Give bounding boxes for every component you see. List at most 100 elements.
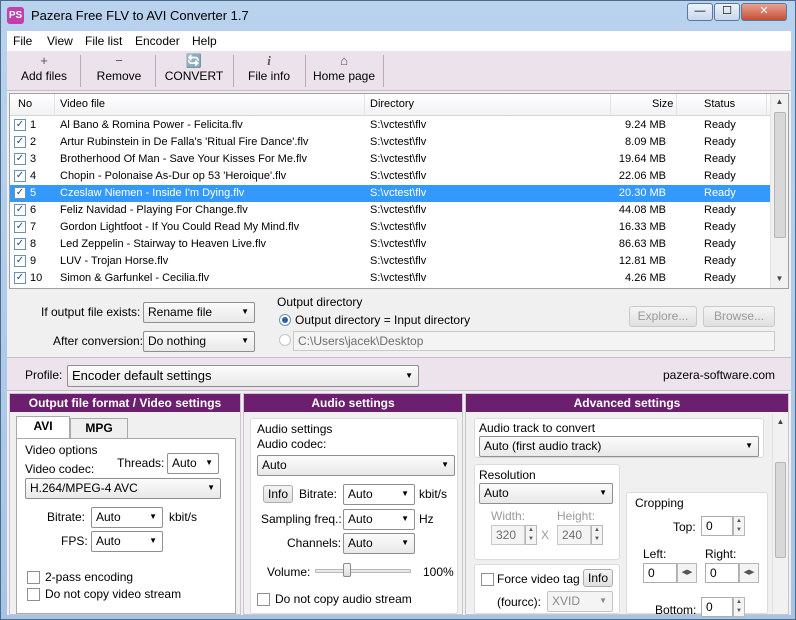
column-header-size[interactable]: Size xyxy=(652,98,673,110)
list-scrollbar[interactable]: ▲ ▼ xyxy=(770,94,788,288)
crop-right-spinner-icon[interactable]: ◀▶ xyxy=(739,563,759,583)
row-checkbox[interactable]: ✓ xyxy=(14,153,26,165)
crop-bottom-field[interactable]: 0 xyxy=(701,597,733,617)
force-video-tag-checkbox[interactable] xyxy=(481,573,494,586)
volume-slider-thumb[interactable] xyxy=(342,563,351,577)
video-tag-info-button[interactable]: Info xyxy=(583,569,613,587)
audio-codec-select[interactable]: Auto ▼ xyxy=(257,455,455,476)
audio-info-button[interactable]: Info xyxy=(263,485,293,503)
audio-bitrate-select[interactable]: Auto ▼ xyxy=(343,484,415,505)
column-header-video-file[interactable]: Video file xyxy=(60,98,105,110)
explore-button[interactable]: Explore... xyxy=(629,306,697,327)
maximize-button[interactable]: ☐ xyxy=(714,3,740,21)
title-bar[interactable]: PS Pazera Free FLV to AVI Converter 1.7 … xyxy=(1,1,795,31)
table-row[interactable]: ✓ 10 Simon & Garfunkel - Cecilia.flv S:\vct… xyxy=(10,270,770,287)
fourcc-select[interactable]: XVID ▼ xyxy=(547,591,613,612)
crop-left-spinner-icon[interactable]: ◀▶ xyxy=(677,563,697,583)
width-field[interactable]: 320 xyxy=(491,525,525,545)
crop-bottom-spinner-icon[interactable]: ▲ ▼ xyxy=(733,597,745,617)
advanced-scroll-up-arrow-icon[interactable]: ▲ xyxy=(773,414,788,430)
crop-right-field[interactable]: 0 xyxy=(705,563,739,583)
table-row[interactable]: ✓ 9 LUV - Trojan Horse.flv S:\vctest\flv 12.… xyxy=(10,253,770,270)
threads-select[interactable]: Auto ▼ xyxy=(167,453,219,474)
close-button[interactable]: ✕ xyxy=(741,3,787,21)
profile-select[interactable]: Encoder default settings ▼ xyxy=(67,365,419,387)
cell-file: Gordon Lightfoot - If You Could Read My … xyxy=(60,221,300,233)
column-divider[interactable] xyxy=(676,94,677,116)
remove-button[interactable]: − Remove xyxy=(87,53,151,89)
advanced-scrollbar[interactable]: ▲ xyxy=(772,414,788,614)
height-spinner-icon[interactable]: ▲ ▼ xyxy=(591,525,603,545)
no-copy-video-label[interactable]: Do not copy video stream xyxy=(45,587,181,601)
if-exists-select[interactable]: Rename file ▼ xyxy=(143,302,255,323)
width-spinner-icon[interactable]: ▲ ▼ xyxy=(525,525,537,545)
menu-view[interactable]: View xyxy=(47,34,73,48)
crop-left-field[interactable]: 0 xyxy=(643,563,677,583)
column-header-status[interactable]: Status xyxy=(704,98,735,110)
height-field[interactable]: 240 xyxy=(557,525,591,545)
table-row[interactable]: ✓ 7 Gordon Lightfoot - If You Could Read M… xyxy=(10,219,770,236)
add-files-button[interactable]: + Add files xyxy=(13,53,75,89)
column-divider[interactable] xyxy=(766,94,767,116)
row-checkbox[interactable]: ✓ xyxy=(14,238,26,250)
column-divider[interactable] xyxy=(364,94,365,116)
column-header-directory[interactable]: Directory xyxy=(370,98,414,110)
table-row[interactable]: ✓ 3 Brotherhood Of Man - Save Your Kisses … xyxy=(10,151,770,168)
two-pass-checkbox[interactable] xyxy=(27,571,40,584)
table-row[interactable]: ✓ 2 Artur Rubinstein in De Falla's 'Ritual… xyxy=(10,134,770,151)
tab-avi[interactable]: AVI xyxy=(16,416,70,438)
menu-file[interactable]: File xyxy=(13,34,32,48)
column-header-no[interactable]: No xyxy=(18,98,32,110)
scroll-up-arrow-icon[interactable]: ▲ xyxy=(771,94,788,110)
same-directory-label[interactable]: Output directory = Input directory xyxy=(295,313,470,327)
row-checkbox[interactable]: ✓ xyxy=(14,221,26,233)
menu-encoder[interactable]: Encoder xyxy=(135,34,180,48)
two-pass-label[interactable]: 2-pass encoding xyxy=(45,570,133,584)
browse-button[interactable]: Browse... xyxy=(703,306,775,327)
video-codec-select[interactable]: H.264/MPEG-4 AVC ▼ xyxy=(25,478,221,499)
row-checkbox[interactable]: ✓ xyxy=(14,187,26,199)
volume-slider-track[interactable] xyxy=(315,569,411,573)
file-info-button[interactable]: i File info xyxy=(239,53,299,89)
menu-help[interactable]: Help xyxy=(192,34,217,48)
table-row[interactable]: ✓ 1 Al Bano & Romina Power - Felicita.flv S… xyxy=(10,117,770,134)
website-link[interactable]: pazera-software.com xyxy=(663,368,775,382)
crop-top-field[interactable]: 0 xyxy=(701,516,733,536)
convert-button[interactable]: 🔄 CONVERT xyxy=(159,53,229,89)
tab-mpg[interactable]: MPG xyxy=(70,418,128,438)
no-copy-audio-checkbox[interactable] xyxy=(257,593,270,606)
resolution-select[interactable]: Auto ▼ xyxy=(479,483,613,504)
crop-top-spinner-icon[interactable]: ▲ ▼ xyxy=(733,516,745,536)
fps-select[interactable]: Auto ▼ xyxy=(91,531,163,552)
video-bitrate-select[interactable]: Auto ▼ xyxy=(91,507,163,528)
custom-directory-radio[interactable] xyxy=(279,334,291,346)
same-directory-radio[interactable] xyxy=(279,314,291,326)
no-copy-video-checkbox[interactable] xyxy=(27,588,40,601)
custom-directory-field[interactable]: C:\Users\jacek\Desktop xyxy=(293,331,775,351)
row-checkbox[interactable]: ✓ xyxy=(14,170,26,182)
menu-file-list[interactable]: File list xyxy=(85,34,122,48)
row-checkbox[interactable]: ✓ xyxy=(14,255,26,267)
sampling-select[interactable]: Auto ▼ xyxy=(343,509,415,530)
table-row[interactable]: ✓ 8 Led Zeppelin - Stairway to Heaven Live… xyxy=(10,236,770,253)
force-video-tag-label[interactable]: Force video tag xyxy=(497,572,580,586)
column-divider[interactable] xyxy=(54,94,55,116)
after-conversion-select[interactable]: Do nothing ▼ xyxy=(143,331,255,352)
advanced-scrollbar-thumb[interactable] xyxy=(775,462,786,558)
table-row[interactable]: ✓ 5 Czeslaw Niemen - Inside I'm Dying.flv S… xyxy=(10,185,770,202)
column-divider[interactable] xyxy=(610,94,611,116)
scrollbar-thumb[interactable] xyxy=(774,112,786,238)
scroll-down-arrow-icon[interactable]: ▼ xyxy=(771,271,788,287)
row-checkbox[interactable]: ✓ xyxy=(14,204,26,216)
home-page-button[interactable]: ⌂ Home page xyxy=(309,53,379,89)
no-copy-audio-label[interactable]: Do not copy audio stream xyxy=(275,592,412,606)
row-checkbox[interactable]: ✓ xyxy=(14,272,26,284)
row-checkbox[interactable]: ✓ xyxy=(14,119,26,131)
table-row[interactable]: ✓ 4 Chopin - Polonaise As-Dur op 53 'Heroi… xyxy=(10,168,770,185)
channels-select[interactable]: Auto ▼ xyxy=(343,533,415,554)
table-row[interactable]: ✓ 6 Feliz Navidad - Playing For Change.flv… xyxy=(10,202,770,219)
file-list[interactable]: No Video file Directory Size Status ✓ 1 Al… xyxy=(9,93,789,289)
row-checkbox[interactable]: ✓ xyxy=(14,136,26,148)
minimize-button[interactable]: — xyxy=(687,3,713,21)
audio-track-select[interactable]: Auto (first audio track) ▼ xyxy=(479,436,759,457)
